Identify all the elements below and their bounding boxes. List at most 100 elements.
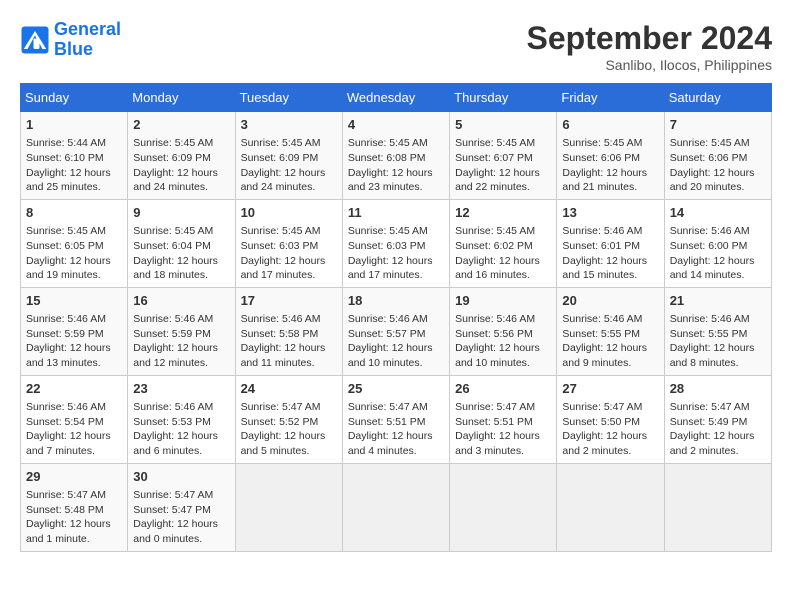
calendar-cell: 12Sunrise: 5:45 AMSunset: 6:02 PMDayligh… — [450, 199, 557, 287]
calendar-cell: 1Sunrise: 5:44 AMSunset: 6:10 PMDaylight… — [21, 112, 128, 200]
day-number: 28 — [670, 380, 766, 398]
cell-text: Sunrise: 5:46 AM — [133, 312, 229, 327]
cell-text: Sunset: 6:03 PM — [241, 239, 337, 254]
calendar-cell: 25Sunrise: 5:47 AMSunset: 5:51 PMDayligh… — [342, 375, 449, 463]
cell-text: Sunrise: 5:45 AM — [455, 136, 551, 151]
calendar-cell — [235, 463, 342, 551]
calendar-cell: 29Sunrise: 5:47 AMSunset: 5:48 PMDayligh… — [21, 463, 128, 551]
calendar-cell — [450, 463, 557, 551]
cell-text: Daylight: 12 hours — [348, 429, 444, 444]
day-number: 4 — [348, 116, 444, 134]
day-number: 2 — [133, 116, 229, 134]
cell-text: Sunset: 5:55 PM — [670, 327, 766, 342]
logo: General Blue — [20, 20, 121, 60]
day-number: 9 — [133, 204, 229, 222]
cell-text: Sunrise: 5:45 AM — [133, 136, 229, 151]
cell-text: and 24 minutes. — [133, 180, 229, 195]
calendar-cell: 5Sunrise: 5:45 AMSunset: 6:07 PMDaylight… — [450, 112, 557, 200]
calendar-week-1: 1Sunrise: 5:44 AMSunset: 6:10 PMDaylight… — [21, 112, 772, 200]
cell-text: and 15 minutes. — [562, 268, 658, 283]
calendar-cell: 9Sunrise: 5:45 AMSunset: 6:04 PMDaylight… — [128, 199, 235, 287]
location-subtitle: Sanlibo, Ilocos, Philippines — [527, 57, 772, 73]
cell-text: Daylight: 12 hours — [348, 166, 444, 181]
calendar-body: 1Sunrise: 5:44 AMSunset: 6:10 PMDaylight… — [21, 112, 772, 552]
day-number: 22 — [26, 380, 122, 398]
calendar-week-3: 15Sunrise: 5:46 AMSunset: 5:59 PMDayligh… — [21, 287, 772, 375]
cell-text: Sunset: 6:01 PM — [562, 239, 658, 254]
calendar-cell: 30Sunrise: 5:47 AMSunset: 5:47 PMDayligh… — [128, 463, 235, 551]
calendar-cell: 8Sunrise: 5:45 AMSunset: 6:05 PMDaylight… — [21, 199, 128, 287]
calendar-header-row: SundayMondayTuesdayWednesdayThursdayFrid… — [21, 84, 772, 112]
cell-text: Sunset: 5:58 PM — [241, 327, 337, 342]
day-number: 13 — [562, 204, 658, 222]
cell-text: Daylight: 12 hours — [26, 341, 122, 356]
calendar-cell: 4Sunrise: 5:45 AMSunset: 6:08 PMDaylight… — [342, 112, 449, 200]
day-number: 15 — [26, 292, 122, 310]
cell-text: Sunset: 5:59 PM — [26, 327, 122, 342]
cell-text: Sunset: 6:00 PM — [670, 239, 766, 254]
day-number: 25 — [348, 380, 444, 398]
page-header: General Blue September 2024 Sanlibo, Ilo… — [20, 20, 772, 73]
cell-text: Daylight: 12 hours — [241, 341, 337, 356]
cell-text: Daylight: 12 hours — [241, 429, 337, 444]
cell-text: Sunset: 5:51 PM — [455, 415, 551, 430]
cell-text: Sunset: 6:04 PM — [133, 239, 229, 254]
day-header-thursday: Thursday — [450, 84, 557, 112]
cell-text: Sunrise: 5:45 AM — [241, 136, 337, 151]
cell-text: Sunrise: 5:46 AM — [670, 312, 766, 327]
cell-text: Daylight: 12 hours — [670, 429, 766, 444]
cell-text: Sunset: 5:59 PM — [133, 327, 229, 342]
cell-text: Sunrise: 5:47 AM — [670, 400, 766, 415]
calendar-cell: 6Sunrise: 5:45 AMSunset: 6:06 PMDaylight… — [557, 112, 664, 200]
day-number: 19 — [455, 292, 551, 310]
cell-text: and 3 minutes. — [455, 444, 551, 459]
day-number: 6 — [562, 116, 658, 134]
cell-text: Sunrise: 5:46 AM — [26, 400, 122, 415]
cell-text: Sunset: 5:50 PM — [562, 415, 658, 430]
calendar-cell: 27Sunrise: 5:47 AMSunset: 5:50 PMDayligh… — [557, 375, 664, 463]
cell-text: Sunset: 6:03 PM — [348, 239, 444, 254]
day-header-friday: Friday — [557, 84, 664, 112]
cell-text: Sunrise: 5:46 AM — [670, 224, 766, 239]
cell-text: and 24 minutes. — [241, 180, 337, 195]
cell-text: Sunset: 5:53 PM — [133, 415, 229, 430]
cell-text: Sunrise: 5:47 AM — [562, 400, 658, 415]
calendar-week-2: 8Sunrise: 5:45 AMSunset: 6:05 PMDaylight… — [21, 199, 772, 287]
cell-text: Sunrise: 5:45 AM — [670, 136, 766, 151]
cell-text: and 23 minutes. — [348, 180, 444, 195]
calendar-cell: 28 Sunrise: 5:47 AMSunset: 5:49 PMDayligh… — [664, 375, 771, 463]
cell-text: Sunrise: 5:47 AM — [348, 400, 444, 415]
cell-text: Sunset: 5:49 PM — [670, 415, 766, 430]
cell-text: and 11 minutes. — [241, 356, 337, 371]
logo-icon — [20, 25, 50, 55]
cell-text: Sunrise: 5:45 AM — [348, 136, 444, 151]
cell-text: and 2 minutes. — [670, 444, 766, 459]
cell-text: Daylight: 12 hours — [670, 341, 766, 356]
cell-text: Sunset: 6:06 PM — [562, 151, 658, 166]
cell-text: Daylight: 12 hours — [455, 254, 551, 269]
cell-text: and 1 minute. — [26, 532, 122, 547]
day-number: 5 — [455, 116, 551, 134]
calendar-cell — [557, 463, 664, 551]
cell-text: Sunset: 6:09 PM — [133, 151, 229, 166]
day-number: 12 — [455, 204, 551, 222]
calendar-cell: 21Sunrise: 5:46 AMSunset: 5:55 PMDayligh… — [664, 287, 771, 375]
calendar-cell: 22Sunrise: 5:46 AMSunset: 5:54 PMDayligh… — [21, 375, 128, 463]
calendar-cell — [664, 463, 771, 551]
calendar-cell: 16Sunrise: 5:46 AMSunset: 5:59 PMDayligh… — [128, 287, 235, 375]
cell-text: Daylight: 12 hours — [670, 254, 766, 269]
day-number: 18 — [348, 292, 444, 310]
cell-text: Sunrise: 5:45 AM — [348, 224, 444, 239]
cell-text: Daylight: 12 hours — [455, 166, 551, 181]
cell-text: Sunset: 6:10 PM — [26, 151, 122, 166]
cell-text: Sunrise: 5:45 AM — [455, 224, 551, 239]
calendar-table: SundayMondayTuesdayWednesdayThursdayFrid… — [20, 83, 772, 552]
cell-text: Sunset: 5:52 PM — [241, 415, 337, 430]
cell-text: Sunrise: 5:44 AM — [26, 136, 122, 151]
cell-text: and 21 minutes. — [562, 180, 658, 195]
day-header-wednesday: Wednesday — [342, 84, 449, 112]
cell-text: Daylight: 12 hours — [133, 166, 229, 181]
calendar-cell: 10Sunrise: 5:45 AMSunset: 6:03 PMDayligh… — [235, 199, 342, 287]
cell-text: Sunrise: 5:47 AM — [455, 400, 551, 415]
cell-text: Daylight: 12 hours — [455, 341, 551, 356]
